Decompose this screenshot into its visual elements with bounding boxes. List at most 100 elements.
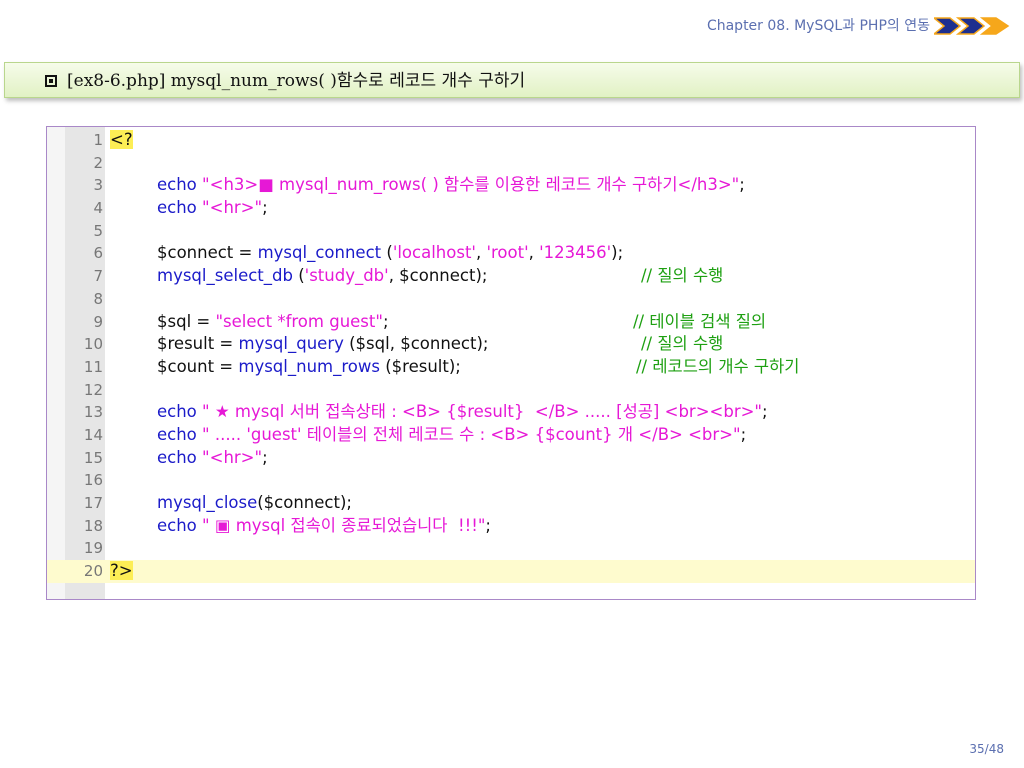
code-punct: ; (739, 175, 745, 195)
line-number: 18 (83, 516, 103, 535)
code-keyword: echo (157, 175, 203, 195)
code-line: 12 (47, 379, 975, 402)
code-comment: // 질의 수행 (641, 334, 724, 354)
slide-title-text: [ex8-6.php] mysql_num_rows( )함수로 레코드 개수 … (67, 71, 526, 91)
code-string: 'study_db' (304, 266, 389, 286)
line-number: 4 (93, 199, 103, 218)
code-keyword: echo (157, 447, 203, 467)
code-line: 10 $result = mysql_query ($sql, $connect… (47, 333, 975, 356)
line-number: 8 (93, 289, 103, 308)
code-line: 8 (47, 288, 975, 311)
code-function: mysql_select_db (157, 266, 293, 286)
code-punct: ); (611, 243, 624, 263)
code-punct: , (528, 243, 540, 263)
code-line: 19 (47, 537, 975, 560)
code-text: mysql_select_db ('study_db', $connect); (110, 265, 487, 288)
code-punct: ; (382, 311, 389, 331)
line-number: 9 (93, 312, 103, 331)
code-string: "<h3>■ mysql_num_rows( ) 함수를 이용한 레코드 개수 … (202, 175, 740, 195)
code-text: ?> (110, 560, 133, 583)
code-punct: ; (262, 198, 268, 218)
code-punct: ; (762, 402, 768, 422)
code-line: 14 echo " ..... 'guest' 테이블의 전체 레코드 수 : … (47, 424, 975, 447)
code-keyword: echo (157, 402, 203, 422)
code-function: mysql_connect (257, 243, 382, 263)
code-line: 11 $count = mysql_num_rows ($result); //… (47, 356, 975, 379)
line-number: 7 (93, 267, 103, 286)
code-punct: , $connect); (388, 266, 488, 286)
line-number: 20 (83, 562, 103, 581)
code-variable: $count = (157, 356, 239, 376)
code-string: " ★ mysql 서버 접속상태 : <B> {$result} </B> .… (202, 402, 763, 422)
slide-title: [ex8-6.php] mysql_num_rows( )함수로 레코드 개수 … (45, 68, 525, 94)
line-number: 19 (83, 539, 103, 558)
chapter-title: Chapter 08. MySQL과 PHP의 연동 (706, 18, 930, 34)
code-comment: // 테이블 검색 질의 (633, 311, 767, 331)
line-number: 10 (83, 335, 103, 354)
line-number: 2 (93, 153, 103, 172)
code-comment: // 질의 수행 (641, 266, 724, 286)
code-line: 3 echo "<h3>■ mysql_num_rows( ) 함수를 이용한 … (47, 174, 975, 197)
code-variable: $result = (157, 334, 239, 354)
code-text: echo " ..... 'guest' 테이블의 전체 레코드 수 : <B>… (110, 424, 746, 447)
code-string: 'localhost' (392, 243, 476, 263)
php-open-tag: <? (110, 130, 133, 149)
code-punct: ( (381, 243, 393, 263)
code-text: <? (110, 129, 133, 152)
code-text: echo " ★ mysql 서버 접속상태 : <B> {$result} <… (110, 401, 768, 424)
line-number: 1 (93, 131, 103, 149)
code-line: 16 (47, 469, 975, 492)
line-number: 17 (83, 494, 103, 512)
code-punct: ; (740, 424, 747, 444)
code-punct: ; (262, 447, 268, 467)
code-line: 13 echo " ★ mysql 서버 접속상태 : <B> {$result… (47, 401, 975, 424)
line-number: 16 (83, 471, 103, 490)
code-comment: // 레코드의 개수 구하기 (636, 356, 800, 376)
code-keyword: echo (157, 515, 203, 535)
line-number: 3 (93, 176, 103, 195)
code-line: 1 <? (47, 129, 975, 152)
code-text: echo "<hr>"; (110, 197, 268, 220)
code-function: mysql_close (157, 493, 258, 512)
line-number: 15 (83, 448, 103, 467)
chevron-arrows-icon (934, 17, 1010, 35)
code-function: mysql_num_rows (238, 356, 380, 376)
php-close-tag: ?> (110, 561, 133, 581)
code-line: 7 mysql_select_db ('study_db', $connect)… (47, 265, 975, 288)
code-keyword: echo (157, 198, 203, 218)
line-number: 5 (93, 221, 103, 240)
code-string: 'root' (486, 243, 529, 263)
line-number: 12 (83, 380, 103, 399)
code-text: $connect = mysql_connect ('localhost', '… (110, 242, 623, 265)
code-keyword: echo (157, 424, 203, 444)
code-text: echo "<hr>"; (110, 447, 268, 470)
code-punct: , (475, 243, 487, 263)
code-text: $sql = "select *from guest"; (110, 311, 389, 334)
page-number: 35/48 (969, 742, 1004, 756)
code-line: 9 $sql = "select *from guest"; // 테이블 검색… (47, 311, 975, 334)
code-string: " ▣ mysql 접속이 종료되었습니다 !!!" (202, 515, 486, 535)
square-bullet-icon (45, 75, 57, 87)
code-string: "<hr>" (202, 447, 263, 467)
code-lines: 1 <? 2 3 echo "<h3>■ mysql_num_rows( ) 함… (47, 129, 975, 583)
code-string: "select *from guest" (215, 311, 383, 331)
code-function: mysql_query (238, 334, 344, 354)
slide-title-bar: [ex8-6.php] mysql_num_rows( )함수로 레코드 개수 … (4, 62, 1020, 98)
code-punct: ; (485, 515, 491, 535)
code-punct: ($connect); (257, 493, 352, 512)
line-number: 14 (83, 425, 103, 444)
code-variable: $connect = (157, 243, 258, 263)
code-variable: $sql = (157, 311, 216, 331)
code-text: $count = mysql_num_rows ($result); (110, 356, 461, 379)
code-punct: ($result); (379, 356, 461, 376)
code-text: echo "<h3>■ mysql_num_rows( ) 함수를 이용한 레코… (110, 174, 745, 197)
code-punct: ($sql, $connect); (343, 334, 489, 354)
code-line-current: 20 ?> (47, 560, 975, 583)
code-line: 18 echo " ▣ mysql 접속이 종료되었습니다 !!!"; (47, 515, 975, 538)
code-line: 5 (47, 220, 975, 243)
code-line: 2 (47, 152, 975, 175)
code-line: 17 mysql_close($connect); (47, 492, 975, 515)
code-line: 15 echo "<hr>"; (47, 447, 975, 470)
code-string: '123456' (539, 243, 612, 263)
line-number: 13 (83, 403, 103, 422)
